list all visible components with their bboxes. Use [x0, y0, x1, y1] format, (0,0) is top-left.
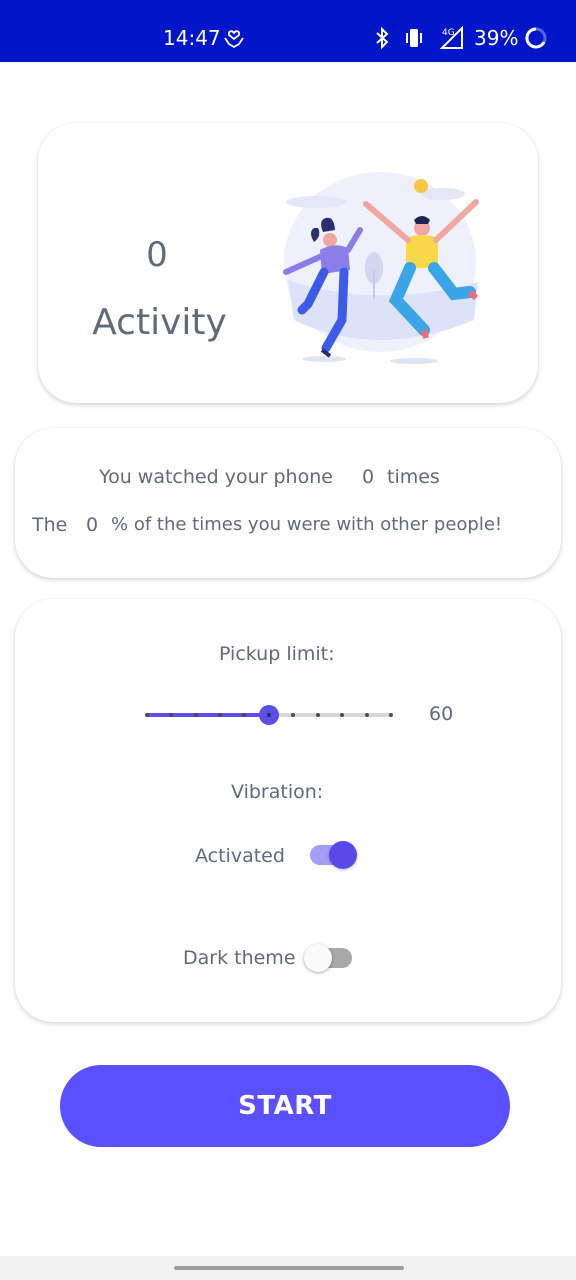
battery-ring-icon: [524, 26, 548, 54]
pickup-limit-value: 60: [429, 703, 454, 725]
slider-tick: [389, 713, 393, 717]
slider-thumb[interactable]: [259, 705, 279, 725]
status-bar: 14:47 4G 39%: [0, 0, 576, 62]
slider-tick: [145, 713, 149, 717]
signal-4g-icon: 4G: [434, 25, 464, 54]
network-type: 4G: [442, 28, 455, 38]
vibrate-icon: [402, 26, 426, 54]
watched-count: 0: [362, 466, 375, 488]
slider-tick: [194, 713, 198, 717]
watched-prefix: You watched your phone: [99, 466, 333, 488]
slider-tick: [316, 713, 320, 717]
slider-tick: [365, 713, 369, 717]
battery-percent: 39%: [474, 26, 519, 50]
vibration-toggle-label: Activated: [195, 845, 285, 867]
start-button-label: START: [238, 1091, 332, 1121]
gesture-handle[interactable]: [174, 1266, 404, 1270]
slider-tick: [169, 713, 173, 717]
status-time: 14:47: [163, 26, 221, 50]
jumping-people-illustration: [283, 172, 479, 364]
dark-theme-toggle-thumb[interactable]: [304, 944, 332, 972]
activity-count: 0: [146, 235, 168, 275]
watched-suffix: times: [387, 466, 440, 488]
slider-tick: [218, 713, 222, 717]
vibration-toggle-thumb[interactable]: [329, 841, 357, 869]
dark-theme-label: Dark theme: [183, 947, 296, 969]
pickup-limit-label: Pickup limit:: [219, 643, 335, 665]
care-hands-icon: [222, 26, 246, 54]
slider-track-active: [146, 713, 269, 717]
slider-tick: [291, 713, 295, 717]
activity-label: Activity: [92, 302, 227, 343]
people-percent: 0: [86, 514, 99, 536]
vibration-label: Vibration:: [231, 781, 324, 803]
stats-card: [15, 428, 561, 578]
people-suffix: % of the times you were with other peopl…: [111, 514, 503, 535]
slider-tick: [340, 713, 344, 717]
people-prefix: The: [32, 514, 68, 536]
slider-tick: [242, 713, 246, 717]
bluetooth-icon: [372, 26, 392, 54]
start-button[interactable]: START: [60, 1065, 510, 1147]
